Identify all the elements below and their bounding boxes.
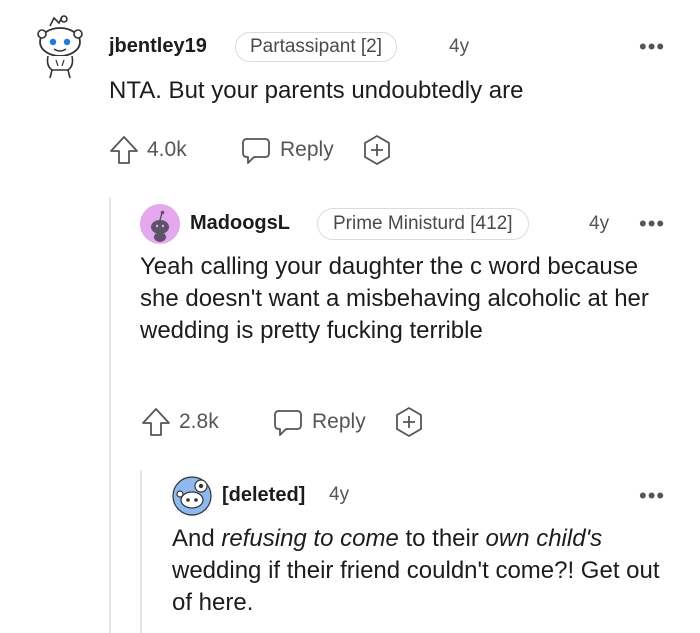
comment-bubble-icon <box>242 138 270 164</box>
body-text-segment: wedding if their friend couldn't come?! … <box>172 557 660 616</box>
vote-count: 2.8k <box>179 410 219 433</box>
more-options-icon[interactable]: ••• <box>639 213 665 235</box>
comment-age[interactable]: 4y <box>589 213 609 235</box>
reply-label: Reply <box>312 410 366 433</box>
thread-line-level-2[interactable] <box>140 470 142 633</box>
snoo-avatar-icon[interactable] <box>172 476 212 516</box>
comment-body: Yeah calling your daughter the c word be… <box>140 253 649 344</box>
username[interactable]: MadoogsL <box>190 212 290 235</box>
username[interactable]: jbentley19 <box>109 35 207 58</box>
body-italic-segment: own child's <box>485 525 603 552</box>
thread-line-level-1[interactable] <box>109 197 111 633</box>
comment-bubble-icon <box>274 410 302 436</box>
comment-age[interactable]: 4y <box>449 36 469 58</box>
user-flair: Partassipant [2] <box>235 32 398 62</box>
snoo-avatar-icon[interactable] <box>34 14 86 80</box>
award-plus-icon[interactable] <box>393 406 425 438</box>
upvote-button[interactable]: 2.8k <box>140 406 219 438</box>
award-plus-icon[interactable] <box>361 134 393 166</box>
reply-button[interactable]: Reply <box>240 134 334 166</box>
upvote-button[interactable]: 4.0k <box>108 134 187 166</box>
reply-button[interactable]: Reply <box>272 406 366 438</box>
upvote-arrow-icon <box>142 408 170 436</box>
reply-label: Reply <box>280 138 334 161</box>
comment-body: NTA. But your parents undoubtedly are <box>109 77 524 104</box>
body-text-segment: to their <box>398 525 486 552</box>
snoo-avatar-icon[interactable] <box>140 204 180 244</box>
upvote-arrow-icon <box>110 136 138 164</box>
vote-count: 4.0k <box>147 138 187 161</box>
comment-age[interactable]: 4y <box>329 484 349 506</box>
more-options-icon[interactable]: ••• <box>639 485 665 507</box>
user-flair: Prime Ministurd [412] <box>317 208 529 240</box>
username: [deleted] <box>222 484 306 506</box>
body-text-segment: And <box>172 525 222 552</box>
body-italic-segment: refusing to come <box>221 525 399 552</box>
comment-body: And refusing to come to their own child'… <box>172 523 672 619</box>
more-options-icon[interactable]: ••• <box>639 36 665 58</box>
